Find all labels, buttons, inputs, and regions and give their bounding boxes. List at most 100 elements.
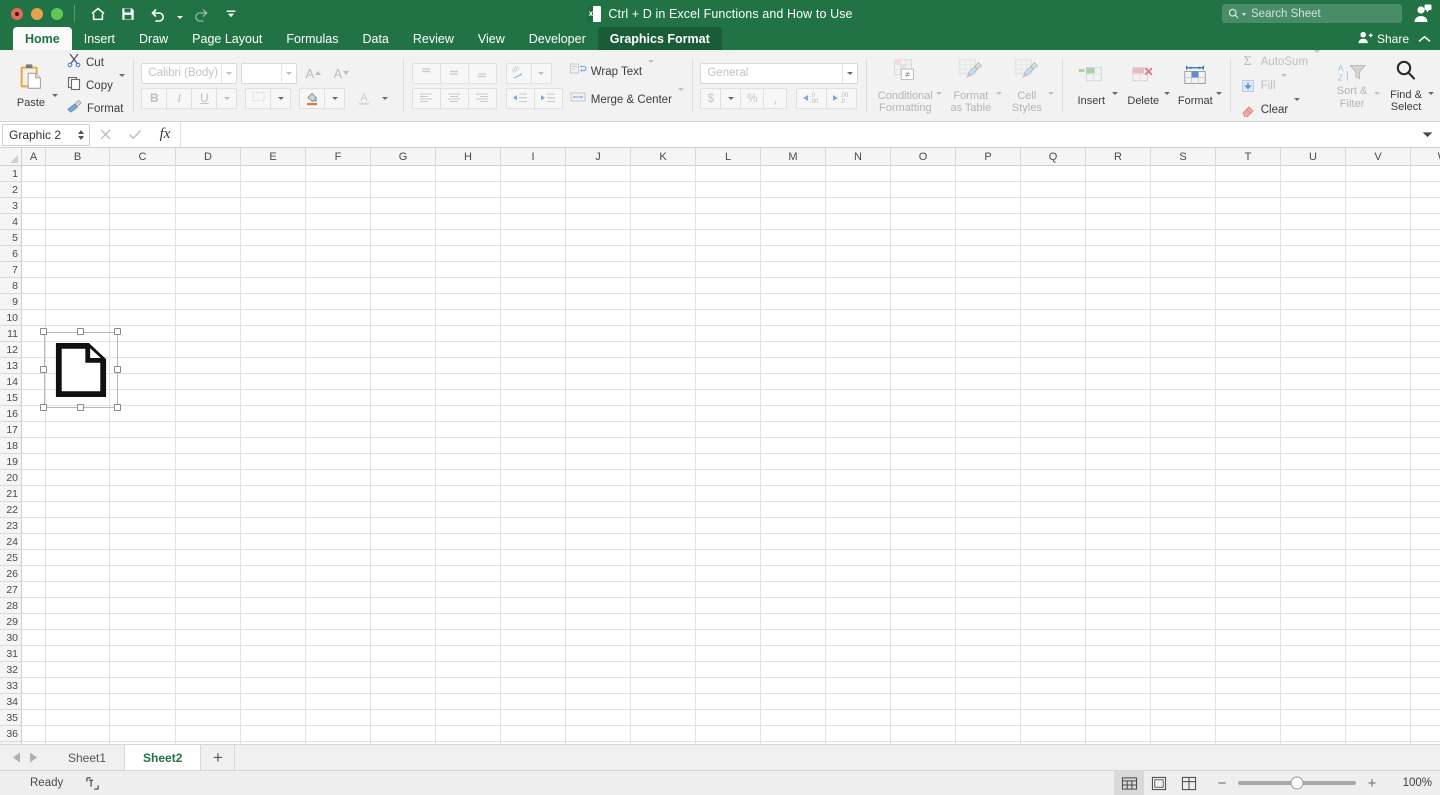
cut-button[interactable]: Cut xyxy=(66,52,125,74)
resize-handle-nw[interactable] xyxy=(40,328,47,335)
account-person-icon[interactable] xyxy=(1412,4,1432,23)
row-header-27[interactable]: 27 xyxy=(0,582,21,598)
bold-button[interactable]: B xyxy=(141,87,168,109)
select-all-corner-button[interactable] xyxy=(0,148,22,166)
sort-filter-caret-icon[interactable] xyxy=(1374,76,1381,95)
text-orientation-button[interactable]: ab xyxy=(505,62,532,84)
format-cells-caret-icon[interactable] xyxy=(1216,76,1223,95)
increase-indent-button[interactable] xyxy=(533,87,563,109)
row-header-18[interactable]: 18 xyxy=(0,438,21,454)
column-header-O[interactable]: O xyxy=(891,148,956,166)
row-header-8[interactable]: 8 xyxy=(0,278,21,294)
zoom-slider[interactable] xyxy=(1238,776,1356,790)
add-sheet-button[interactable]: + xyxy=(201,745,236,770)
row-header-7[interactable]: 7 xyxy=(0,262,21,278)
format-as-table-caret-icon[interactable] xyxy=(995,76,1002,95)
column-header-S[interactable]: S xyxy=(1151,148,1216,166)
autosum-button[interactable]: Σ AutoSum xyxy=(1239,49,1321,73)
selection-mode-icon[interactable] xyxy=(85,776,100,791)
column-header-Q[interactable]: Q xyxy=(1021,148,1086,166)
currency-format-button[interactable]: $ xyxy=(700,87,722,109)
cell-styles-caret-icon[interactable] xyxy=(1047,76,1054,95)
normal-view-button[interactable] xyxy=(1114,770,1144,795)
close-window-button[interactable] xyxy=(11,7,23,20)
row-header-3[interactable]: 3 xyxy=(0,198,21,214)
row-header-1[interactable]: 1 xyxy=(0,166,21,182)
font-family-caret-icon[interactable] xyxy=(221,63,236,83)
format-as-table-button[interactable]: Format as Table xyxy=(946,55,996,117)
chevron-up-icon[interactable] xyxy=(1418,35,1431,43)
clear-caret-icon[interactable] xyxy=(1294,97,1301,119)
align-center-button[interactable] xyxy=(439,87,469,109)
search-scope-caret-icon[interactable] xyxy=(1242,13,1246,16)
fx-insert-function-icon[interactable]: fx xyxy=(150,122,180,148)
row-header-33[interactable]: 33 xyxy=(0,678,21,694)
autosum-caret-icon[interactable] xyxy=(1314,49,1321,71)
tab-graphics-format[interactable]: Graphics Format xyxy=(597,27,722,50)
find-select-caret-icon[interactable] xyxy=(1428,76,1435,95)
borders-caret-icon[interactable] xyxy=(270,87,292,109)
zoom-level-label[interactable]: 100% xyxy=(1392,777,1432,789)
increase-font-size-button[interactable]: A xyxy=(301,63,325,84)
enter-check-icon[interactable] xyxy=(120,122,150,148)
row-header-25[interactable]: 25 xyxy=(0,550,21,566)
wrap-text-caret-icon[interactable] xyxy=(648,59,655,81)
row-header-20[interactable]: 20 xyxy=(0,470,21,486)
font-size-select[interactable] xyxy=(241,62,298,84)
row-header-2[interactable]: 2 xyxy=(0,182,21,198)
resize-handle-n[interactable] xyxy=(77,328,84,335)
text-orientation-caret-icon[interactable] xyxy=(530,62,552,84)
tab-insert[interactable]: Insert xyxy=(72,27,127,50)
formula-input[interactable] xyxy=(180,121,1414,148)
resize-handle-e[interactable] xyxy=(114,366,121,373)
row-header-6[interactable]: 6 xyxy=(0,246,21,262)
find-select-button[interactable]: Find & Select xyxy=(1384,56,1428,116)
fill-caret-icon[interactable] xyxy=(1281,73,1288,95)
font-size-caret-icon[interactable] xyxy=(281,63,296,83)
column-header-F[interactable]: F xyxy=(306,148,371,166)
resize-handle-sw[interactable] xyxy=(40,404,47,411)
row-header-17[interactable]: 17 xyxy=(0,422,21,438)
wrap-text-button[interactable]: Wrap Text xyxy=(569,59,684,83)
number-format-caret-icon[interactable] xyxy=(842,63,857,83)
insert-cells-button[interactable]: Insert xyxy=(1070,62,1112,110)
share-button[interactable]: Share xyxy=(1358,31,1409,47)
zoom-in-button[interactable]: + xyxy=(1366,775,1378,792)
italic-button[interactable]: I xyxy=(166,87,193,109)
number-format-select[interactable]: General xyxy=(700,62,859,84)
delete-cells-button[interactable]: Delete xyxy=(1122,62,1164,110)
tab-draw[interactable]: Draw xyxy=(127,27,180,50)
page-break-preview-button[interactable] xyxy=(1174,771,1204,795)
selected-graphic-object[interactable] xyxy=(40,328,121,411)
align-middle-button[interactable] xyxy=(439,62,469,84)
currency-caret-icon[interactable] xyxy=(720,87,742,109)
grid-cells[interactable] xyxy=(22,166,1440,744)
undo-dropdown-caret-icon[interactable] xyxy=(174,2,185,26)
resize-handle-se[interactable] xyxy=(114,404,121,411)
page-layout-view-button[interactable] xyxy=(1144,771,1174,795)
row-header-36[interactable]: 36 xyxy=(0,726,21,742)
row-header-19[interactable]: 19 xyxy=(0,454,21,470)
underline-caret-icon[interactable] xyxy=(216,87,238,109)
paste-button[interactable]: Paste xyxy=(10,60,52,112)
decrease-font-size-button[interactable]: A xyxy=(329,63,353,84)
row-header-30[interactable]: 30 xyxy=(0,630,21,646)
merge-center-caret-icon[interactable] xyxy=(677,87,684,109)
paste-dropdown-caret-icon[interactable] xyxy=(52,74,58,97)
row-header-10[interactable]: 10 xyxy=(0,310,21,326)
row-header-32[interactable]: 32 xyxy=(0,662,21,678)
delete-cells-caret-icon[interactable] xyxy=(1164,76,1171,95)
undo-icon[interactable] xyxy=(144,2,172,26)
resize-handle-s[interactable] xyxy=(77,404,84,411)
column-header-A[interactable]: A xyxy=(22,148,46,166)
font-color-button[interactable]: A xyxy=(353,88,375,109)
percent-format-button[interactable]: % xyxy=(740,87,765,109)
format-painter-button[interactable]: Format xyxy=(66,98,125,120)
sort-filter-button[interactable]: A Z Sort & Filter xyxy=(1330,59,1374,112)
document-page-icon[interactable] xyxy=(55,343,107,397)
column-header-J[interactable]: J xyxy=(566,148,631,166)
increase-decimal-button[interactable]: .0 .00 xyxy=(796,87,828,109)
font-family-select[interactable]: Calibri (Body) xyxy=(141,62,238,84)
tab-review[interactable]: Review xyxy=(401,27,466,50)
insert-cells-caret-icon[interactable] xyxy=(1112,76,1119,95)
